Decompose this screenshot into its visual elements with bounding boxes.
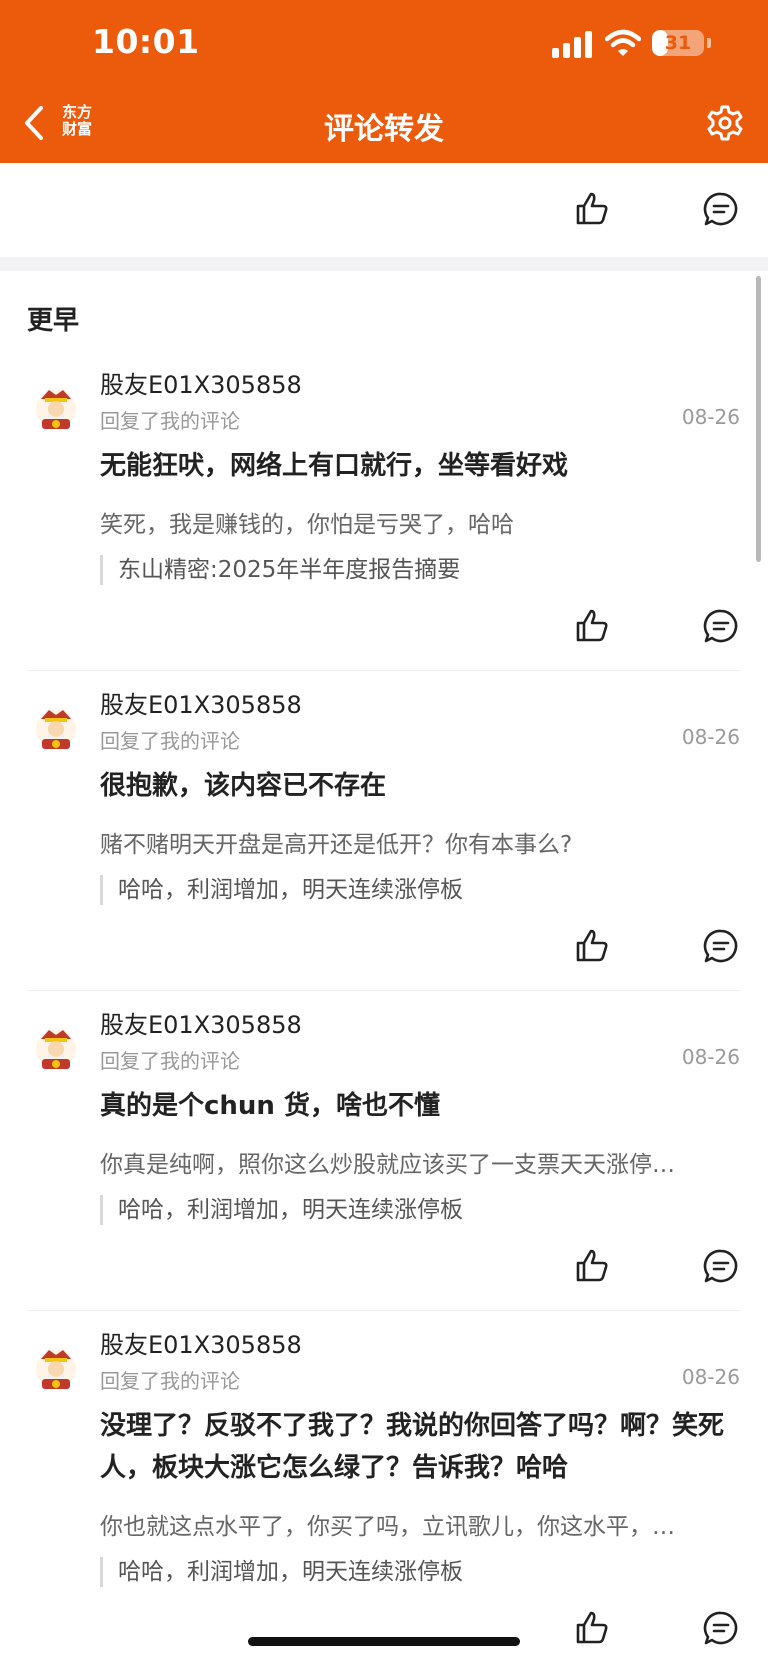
section-title: 更早	[27, 306, 80, 336]
divider	[27, 670, 741, 671]
thumbs-up-icon[interactable]	[574, 1248, 610, 1284]
thumbs-up-icon[interactable]	[574, 928, 610, 964]
comment-username[interactable]: 股友E01X305858	[100, 685, 302, 720]
comment-date: 08-26	[681, 1045, 740, 1069]
comment-text[interactable]: 很抱歉，该内容已不存在	[100, 765, 730, 807]
comment-item[interactable]: 股友E01X305858 回复了我的评论 08-26 无能狂吠，网络上有口就行，…	[0, 365, 768, 665]
comment-icon[interactable]	[703, 608, 739, 644]
comment-icon[interactable]	[703, 928, 739, 964]
comment-text[interactable]: 真的是个chun 货，啥也不懂	[100, 1085, 730, 1127]
comment-username[interactable]: 股友E01X305858	[100, 1005, 302, 1040]
thumbs-up-icon[interactable]	[574, 191, 610, 227]
battery-level-text: 31	[664, 32, 692, 54]
comment-icon[interactable]	[703, 1248, 739, 1284]
avatar[interactable]	[34, 705, 78, 751]
quoted-post[interactable]: 哈哈，利润增加，明天连续涨停板	[100, 875, 463, 905]
comment-subtitle: 回复了我的评论	[100, 409, 240, 433]
wifi-icon	[605, 29, 641, 56]
app-header: 10:01 31 东方 财富 评论转发	[0, 0, 768, 163]
comment-item[interactable]: 股友E01X305858 回复了我的评论 08-26 真的是个chun 货，啥也…	[0, 1005, 768, 1305]
home-indicator[interactable]	[248, 1637, 520, 1646]
my-reply-text[interactable]: 笑死，我是赚钱的，你怕是亏哭了，哈哈	[100, 505, 730, 539]
battery-indicator: 31	[652, 30, 704, 56]
previous-comment-actions	[0, 163, 768, 257]
comment-item[interactable]: 股友E01X305858 回复了我的评论 08-26 很抱歉，该内容已不存在 赌…	[0, 685, 768, 985]
thumbs-up-icon[interactable]	[574, 1610, 610, 1646]
my-reply-text[interactable]: 你也就这点水平了，你买了吗，立讯歌儿，你这水平，…	[100, 1507, 730, 1541]
comment-subtitle: 回复了我的评论	[100, 1049, 240, 1073]
gear-icon[interactable]	[706, 104, 744, 142]
comment-subtitle: 回复了我的评论	[100, 1369, 240, 1393]
comment-username[interactable]: 股友E01X305858	[100, 365, 302, 400]
my-reply-text[interactable]: 你真是纯啊，照你这么炒股就应该买了一支票天天涨停…	[100, 1145, 730, 1179]
cut-off-text	[100, 151, 660, 165]
comment-icon[interactable]	[703, 1610, 739, 1646]
quoted-post[interactable]: 哈哈，利润增加，明天连续涨停板	[100, 1557, 463, 1587]
comment-username[interactable]: 股友E01X305858	[100, 1325, 302, 1360]
cellular-signal-icon	[552, 30, 594, 58]
my-reply-text[interactable]: 赌不赌明天开盘是高开还是低开？你有本事么?	[100, 825, 730, 859]
comment-subtitle: 回复了我的评论	[100, 729, 240, 753]
quoted-post[interactable]: 哈哈，利润增加，明天连续涨停板	[100, 1195, 463, 1225]
quoted-post[interactable]: 东山精密:2025年半年度报告摘要	[100, 555, 460, 585]
status-time: 10:01	[92, 22, 200, 61]
section-gap	[0, 257, 768, 271]
battery-tip	[707, 38, 711, 48]
page-title: 评论转发	[324, 112, 444, 147]
divider	[27, 990, 741, 991]
comment-date: 08-26	[681, 1365, 740, 1389]
comment-text[interactable]: 没理了？反驳不了我了？我说的你回答了吗？啊？笑死人，板块大涨它怎么绿了？告诉我？…	[100, 1405, 730, 1489]
comment-date: 08-26	[681, 725, 740, 749]
divider	[27, 1310, 741, 1311]
comment-date: 08-26	[681, 405, 740, 429]
avatar[interactable]	[34, 1025, 78, 1071]
comment-icon[interactable]	[703, 191, 739, 227]
comment-item[interactable]: 股友E01X305858 回复了我的评论 08-26 没理了？反驳不了我了？我说…	[0, 1325, 768, 1645]
avatar[interactable]	[34, 1345, 78, 1391]
comment-text[interactable]: 无能狂吠，网络上有口就行，坐等看好戏	[100, 445, 730, 487]
thumbs-up-icon[interactable]	[574, 608, 610, 644]
avatar[interactable]	[34, 385, 78, 431]
